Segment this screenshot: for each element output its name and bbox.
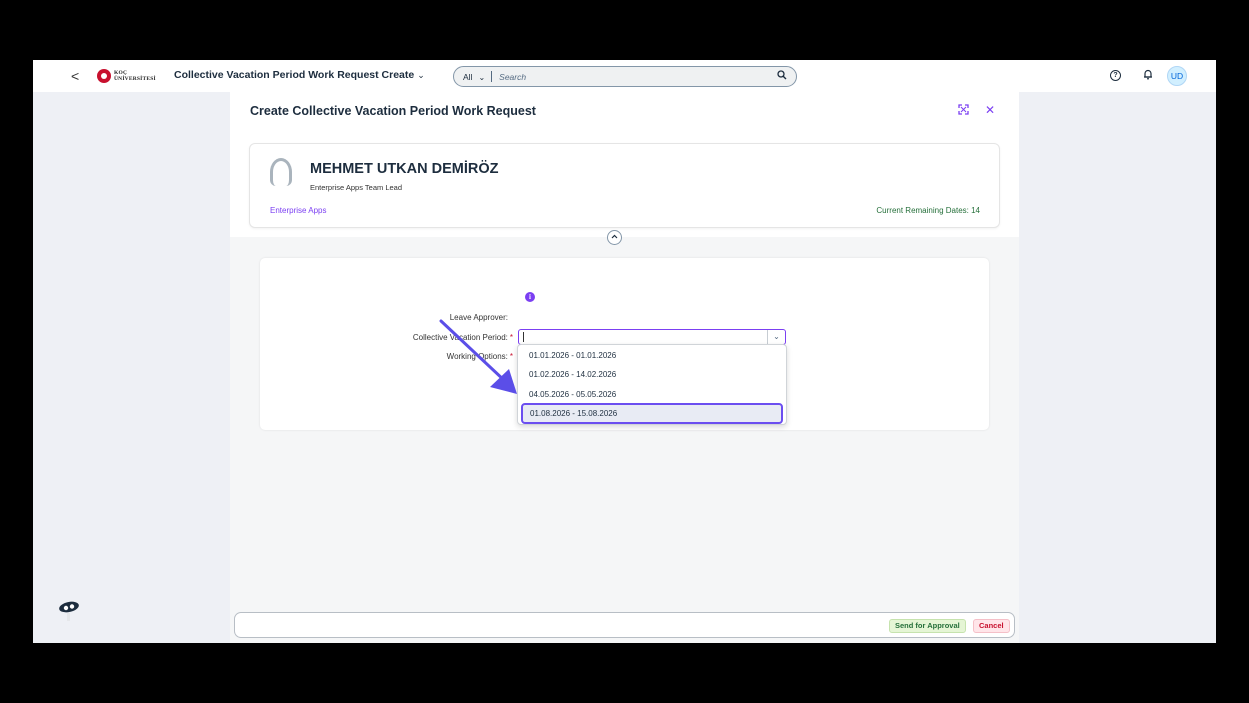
help-icon[interactable]: ?: [1110, 70, 1121, 81]
search-scope-label: All: [463, 71, 473, 82]
request-form-card: i Leave Approver: Collective Vacation Pe…: [260, 258, 989, 430]
chevron-down-icon: ⌄: [478, 72, 486, 82]
search-input[interactable]: Search: [499, 72, 777, 82]
dialog-page: Create Collective Vacation Period Work R…: [230, 92, 1019, 643]
working-options-label: Working Options: *: [446, 352, 513, 361]
notification-bell-icon[interactable]: [1143, 69, 1153, 83]
collapse-header-button[interactable]: [607, 230, 622, 245]
send-for-approval-button[interactable]: Send for Approval: [889, 619, 966, 633]
vacation-period-combobox[interactable]: ⌄: [518, 329, 786, 345]
close-icon[interactable]: ✕: [985, 103, 995, 117]
page-title: Create Collective Vacation Period Work R…: [250, 104, 536, 118]
leave-approver-label: Leave Approver:: [449, 313, 508, 322]
app-title: Collective Vacation Period Work Request …: [174, 69, 415, 81]
koc-university-logo[interactable]: KOÇ ÜNİVERSİTESİ: [97, 69, 156, 83]
period-option-3[interactable]: 04.05.2026 - 05.05.2026: [519, 385, 785, 404]
period-option-2[interactable]: 01.02.2026 - 14.02.2026: [519, 365, 785, 384]
text-caret: [523, 332, 524, 342]
logo-mark-icon: [97, 69, 111, 83]
chevron-down-icon: ⌄: [417, 70, 425, 80]
remaining-dates: Current Remaining Dates: 14: [876, 206, 980, 215]
footer-toolbar: Send for Approval Cancel: [234, 612, 1015, 638]
vacation-period-label: Collective Vacation Period: *: [412, 333, 513, 342]
cancel-button[interactable]: Cancel: [973, 619, 1010, 633]
person-placeholder-icon: [270, 158, 292, 186]
search-divider: [491, 71, 493, 82]
employee-role: Enterprise Apps Team Lead: [310, 183, 403, 192]
vacation-period-dropdown: 01.01.2026 - 01.01.2026 01.02.2026 - 14.…: [517, 344, 787, 425]
back-button[interactable]: <: [71, 68, 79, 84]
employee-name: MEHMET UTKAN DEMİRÖZ: [310, 161, 499, 177]
period-option-1[interactable]: 01.01.2026 - 01.01.2026: [519, 346, 785, 365]
info-icon[interactable]: i: [525, 292, 535, 302]
period-option-4-highlighted[interactable]: 01.08.2026 - 15.08.2026: [521, 403, 783, 424]
user-avatar[interactable]: UD: [1167, 66, 1187, 86]
shell-bar: < KOÇ ÜNİVERSİTESİ Collective Vacation P…: [33, 60, 1216, 92]
assistant-bot-icon[interactable]: [57, 600, 81, 627]
search-icon[interactable]: [777, 70, 787, 83]
page-header: Create Collective Vacation Period Work R…: [230, 92, 1019, 237]
chevron-down-icon[interactable]: ⌄: [767, 330, 785, 344]
expand-icon[interactable]: [958, 104, 969, 118]
app-window: < KOÇ ÜNİVERSİTESİ Collective Vacation P…: [33, 60, 1216, 643]
search-scope-select[interactable]: All ⌄: [463, 72, 485, 82]
employee-department-link[interactable]: Enterprise Apps: [270, 206, 326, 215]
logo-line-2: ÜNİVERSİTESİ: [114, 76, 156, 82]
app-title-menu[interactable]: Collective Vacation Period Work Request …: [174, 69, 425, 81]
search-field[interactable]: All ⌄ Search: [453, 66, 797, 87]
employee-profile-card: MEHMET UTKAN DEMİRÖZ Enterprise Apps Tea…: [249, 143, 1000, 228]
